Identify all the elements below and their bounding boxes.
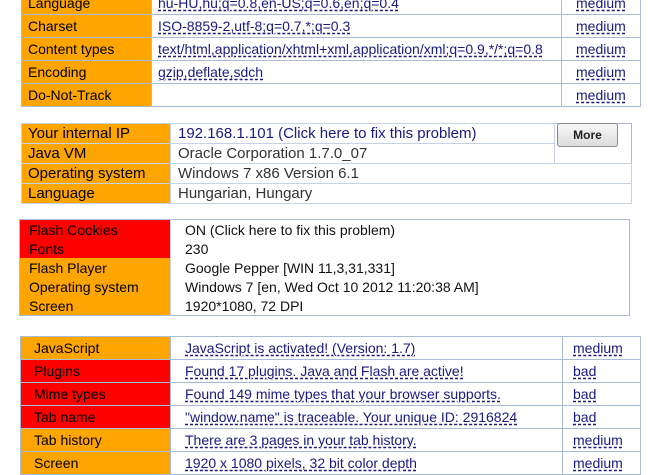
table-row: JavaScript JavaScript is activated! (Ver… bbox=[20, 336, 641, 360]
row-value: Windows 7 [en, Wed Oct 10 2012 11:20:38 … bbox=[170, 277, 630, 296]
row-value: 230 bbox=[170, 239, 630, 258]
row-label: Java VM bbox=[21, 143, 171, 164]
table-row: Flash Player Google Pepper [WIN 11,3,31,… bbox=[19, 258, 630, 277]
risk-level-link[interactable]: medium bbox=[561, 0, 641, 15]
risk-level-link[interactable]: medium bbox=[561, 14, 641, 38]
table-row: Language Hungarian, Hungary bbox=[21, 183, 632, 204]
flash-cookies-link[interactable]: ON (Click here to fix this problem) bbox=[170, 219, 630, 239]
system-info-table: Your internal IP 192.168.1.101 (Click he… bbox=[21, 123, 632, 204]
internal-ip-link[interactable]: 192.168.1.101 (Click here to fix this pr… bbox=[170, 123, 555, 144]
row-label: Flash Player bbox=[19, 258, 171, 277]
row-value[interactable]: There are 3 pages in your tab history. bbox=[170, 428, 563, 452]
risk-level-link[interactable]: bad bbox=[562, 382, 641, 406]
row-label: Content types bbox=[21, 37, 152, 61]
risk-level-link[interactable]: medium bbox=[561, 37, 641, 61]
table-row: Screen 1920 x 1080 pixels, 32 bit color … bbox=[20, 451, 641, 475]
row-value[interactable]: text/html,application/xhtml+xml,applicat… bbox=[151, 37, 562, 61]
row-value: Google Pepper [WIN 11,3,31,331] bbox=[170, 258, 630, 277]
row-label: Tab history bbox=[20, 428, 171, 452]
row-label: Operating system bbox=[19, 277, 171, 296]
row-label: Fonts bbox=[19, 239, 171, 258]
table-row: Operating system Windows 7 x86 Version 6… bbox=[21, 163, 632, 184]
table-row: Plugins Found 17 plugins. Java and Flash… bbox=[20, 359, 641, 383]
table-row: Mime types Found 149 mime types that you… bbox=[20, 382, 641, 406]
risk-level-link[interactable]: medium bbox=[562, 428, 641, 452]
row-label: Screen bbox=[19, 296, 171, 316]
table-row: Fonts 230 bbox=[19, 239, 630, 258]
table-row: Operating system Windows 7 [en, Wed Oct … bbox=[19, 277, 630, 296]
row-label: Charset bbox=[21, 14, 152, 38]
table-row: Flash Cookies ON (Click here to fix this… bbox=[19, 219, 630, 239]
javascript-info-table: JavaScript JavaScript is activated! (Ver… bbox=[20, 336, 641, 475]
more-button[interactable]: More bbox=[557, 123, 618, 147]
row-label: Your internal IP bbox=[21, 123, 171, 144]
risk-level-link[interactable]: medium bbox=[561, 60, 641, 84]
row-value: Oracle Corporation 1.7.0_07 bbox=[170, 143, 555, 164]
row-value[interactable]: "window.name" is traceable. Your unique … bbox=[170, 405, 563, 429]
http-headers-table: Language hu-HU,hu;q=0.8,en-US;q=0.6,en;q… bbox=[21, 0, 641, 107]
row-value[interactable]: hu-HU,hu;q=0.8,en-US;q=0.6,en;q=0.4 bbox=[151, 0, 562, 15]
row-label: Do-Not-Track bbox=[21, 83, 152, 107]
table-row: Language hu-HU,hu;q=0.8,en-US;q=0.6,en;q… bbox=[21, 0, 641, 15]
row-label: Operating system bbox=[21, 163, 171, 184]
row-label: Encoding bbox=[21, 60, 152, 84]
row-label: Flash Cookies bbox=[19, 219, 171, 239]
table-row: Encoding gzip,deflate,sdch medium bbox=[21, 60, 641, 84]
row-value[interactable]: JavaScript is activated! (Version: 1.7) bbox=[170, 336, 563, 360]
row-value[interactable]: Found 149 mime types that your browser s… bbox=[170, 382, 563, 406]
risk-level-link[interactable]: medium bbox=[562, 451, 641, 475]
table-row: Java VM Oracle Corporation 1.7.0_07 bbox=[21, 143, 632, 164]
table-row: Screen 1920*1080, 72 DPI bbox=[19, 296, 630, 316]
table-row: Tab name "window.name" is traceable. You… bbox=[20, 405, 641, 429]
row-value[interactable]: 1920 x 1080 pixels, 32 bit color depth bbox=[170, 451, 563, 475]
table-row: Your internal IP 192.168.1.101 (Click he… bbox=[21, 123, 632, 144]
risk-level-link[interactable]: bad bbox=[562, 405, 641, 429]
table-row: Charset ISO-8859-2,utf-8;q=0.7,*;q=0.3 m… bbox=[21, 14, 641, 38]
risk-level-link[interactable]: bad bbox=[562, 359, 641, 383]
risk-level-link[interactable]: medium bbox=[562, 336, 641, 360]
table-row: Tab history There are 3 pages in your ta… bbox=[20, 428, 641, 452]
table-row: Do-Not-Track medium bbox=[21, 83, 641, 107]
row-value bbox=[151, 83, 562, 107]
row-value[interactable]: Found 17 plugins. Java and Flash are act… bbox=[170, 359, 563, 383]
row-value: Windows 7 x86 Version 6.1 bbox=[170, 163, 632, 184]
row-label: Language bbox=[21, 0, 152, 15]
flash-info-table: Flash Cookies ON (Click here to fix this… bbox=[19, 219, 630, 316]
risk-level-link[interactable]: medium bbox=[561, 83, 641, 107]
table-row: Content types text/html,application/xhtm… bbox=[21, 37, 641, 61]
row-label: Tab name bbox=[20, 405, 171, 429]
row-label: Language bbox=[21, 183, 171, 204]
row-label: JavaScript bbox=[20, 336, 171, 360]
row-value: 1920*1080, 72 DPI bbox=[170, 296, 630, 316]
row-value[interactable]: ISO-8859-2,utf-8;q=0.7,*;q=0.3 bbox=[151, 14, 562, 38]
row-label: Plugins bbox=[20, 359, 171, 383]
row-value[interactable]: gzip,deflate,sdch bbox=[151, 60, 562, 84]
row-value: Hungarian, Hungary bbox=[170, 183, 632, 204]
row-label: Mime types bbox=[20, 382, 171, 406]
row-label: Screen bbox=[20, 451, 171, 475]
